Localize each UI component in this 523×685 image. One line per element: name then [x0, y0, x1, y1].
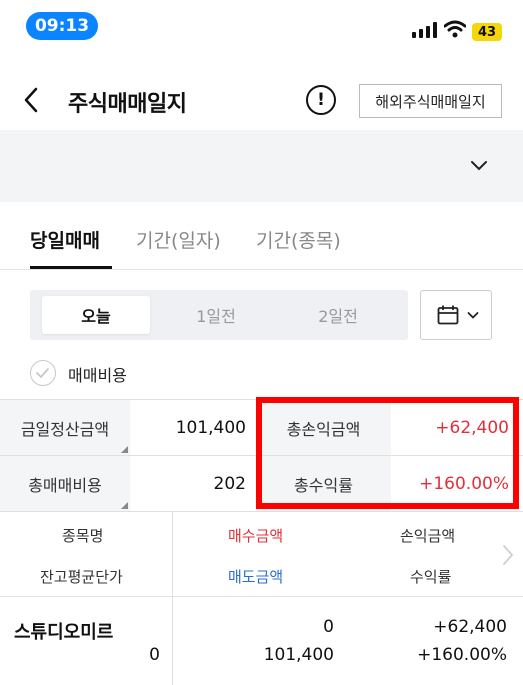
tab-period-stock[interactable]: 기간(종목)	[256, 226, 341, 253]
cellular-signal-icon	[412, 22, 437, 38]
day-option-1-day-ago[interactable]: 1일전	[162, 296, 270, 334]
status-time: 09:13	[26, 12, 98, 40]
row-pl-amount: +62,400	[433, 617, 507, 637]
column-divider	[172, 512, 173, 596]
col-header-avg-price: 잔고평균단가	[40, 568, 123, 586]
col-header-sell-amount: 매도금액	[228, 568, 284, 586]
day-option-today[interactable]: 오늘	[42, 296, 150, 334]
fee-checkbox-label: 매매비용	[68, 366, 127, 385]
chevron-right-icon[interactable]	[502, 543, 514, 567]
grid-divider	[0, 511, 523, 512]
chevron-down-icon	[467, 312, 479, 319]
row-return-rate: +160.00%	[417, 645, 507, 665]
settlement-amount-label: 금일정산금액	[0, 400, 130, 455]
wifi-icon	[444, 20, 466, 38]
corner-mark	[121, 446, 128, 453]
tab-divider	[0, 269, 523, 270]
highlight-box	[256, 397, 519, 509]
calendar-picker-button[interactable]	[420, 290, 492, 340]
chevron-down-icon[interactable]	[470, 160, 488, 172]
col-header-pl-amount: 손익금액	[400, 527, 456, 545]
tab-today-trades[interactable]: 당일매매	[30, 226, 100, 253]
col-header-buy-amount: 매수금액	[228, 527, 284, 545]
calendar-icon	[437, 305, 459, 325]
grid-divider	[0, 596, 523, 597]
tab-period-date[interactable]: 기간(일자)	[136, 226, 221, 253]
row-avg-price: 0	[149, 645, 160, 665]
active-tab-indicator	[30, 266, 112, 269]
info-circle-icon[interactable]: !	[306, 85, 336, 115]
corner-mark	[121, 502, 128, 509]
row-sell-amount: 101,400	[263, 645, 334, 665]
row-stock-name[interactable]: 스튜디오미르	[14, 618, 113, 644]
checkmark-icon	[36, 368, 49, 378]
col-header-stock-name: 종목명	[62, 527, 104, 545]
back-arrow-icon[interactable]	[22, 86, 42, 114]
total-fee-label: 총매매비용	[0, 456, 130, 511]
column-divider	[172, 597, 173, 685]
account-selector-bar[interactable]	[0, 130, 523, 202]
day-option-2-days-ago[interactable]: 2일전	[284, 296, 392, 334]
overseas-journal-button[interactable]: 해외주식매매일지	[359, 84, 502, 118]
settlement-amount-value: 101,400	[131, 400, 256, 455]
battery-indicator: 43	[472, 23, 502, 41]
total-fee-value: 202	[131, 456, 256, 511]
row-buy-amount: 0	[323, 617, 334, 637]
fee-checkbox[interactable]	[30, 360, 56, 386]
page-title: 주식매매일지	[68, 92, 187, 117]
col-header-return-rate: 수익률	[410, 568, 452, 586]
